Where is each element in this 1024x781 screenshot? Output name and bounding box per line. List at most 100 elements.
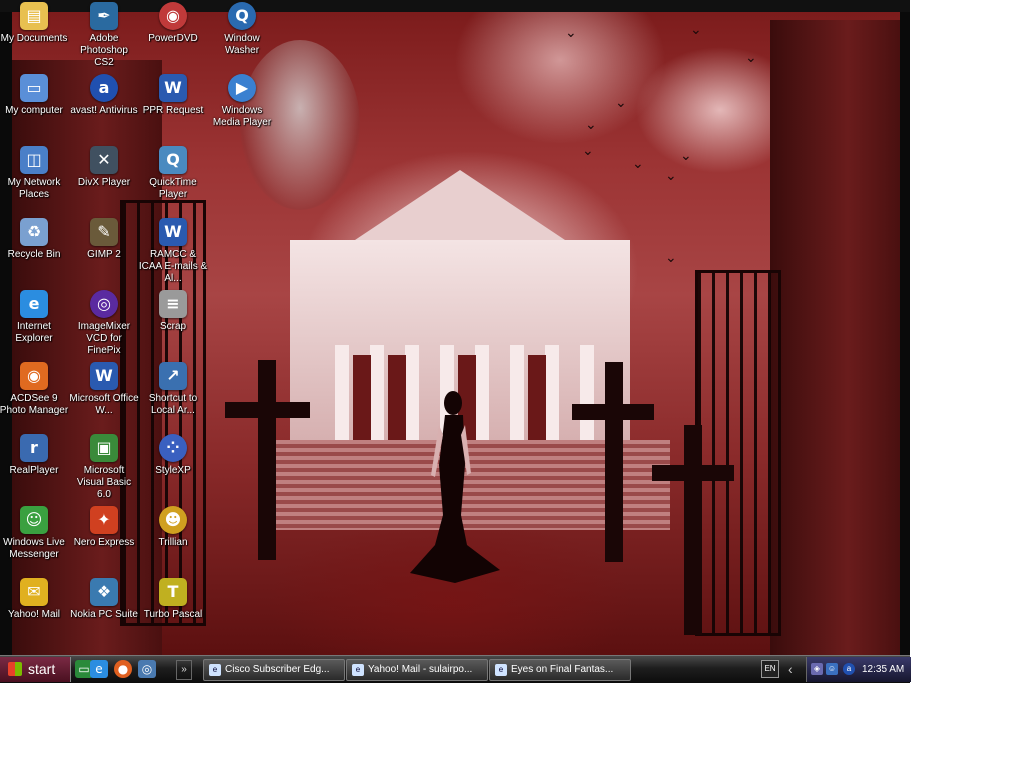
desktop-icon-windows-live-messenger[interactable]: ☺ Windows Live Messenger xyxy=(0,506,69,561)
bird-silhouette: ⌄ xyxy=(745,49,757,65)
bird-silhouette: ⌄ xyxy=(565,24,577,40)
icon-label: Windows Media Player xyxy=(212,105,272,128)
folder-documents-icon: ▤ xyxy=(20,2,48,30)
language-indicator[interactable]: EN xyxy=(761,660,779,678)
bird-silhouette: ⌄ xyxy=(665,249,677,265)
task-label: Eyes on Final Fantas... xyxy=(511,664,614,675)
desktop-icon-adobe-photoshop[interactable]: ✒ Adobe Photoshop CS2 xyxy=(69,2,139,69)
icon-label: Shortcut to Local Ar... xyxy=(148,393,198,416)
gimp-icon: ✎ xyxy=(90,218,118,246)
messenger-tray-icon[interactable]: ☺ xyxy=(826,663,838,675)
desktop-icon-my-documents[interactable]: ▤ My Documents xyxy=(0,2,69,45)
bird-silhouette: ⌄ xyxy=(582,142,594,158)
icon-label: RAMCC & ICAA E-mails & Al... xyxy=(138,249,208,284)
firefox-icon[interactable]: ● xyxy=(114,660,132,678)
network-tray-icon[interactable]: ◈ xyxy=(811,663,823,675)
system-tray: ◈ ☺ a 12:35 AM xyxy=(806,657,911,682)
icon-label: avast! Antivirus xyxy=(70,105,138,116)
show-hidden-icons-button[interactable]: ‹ xyxy=(788,659,793,679)
icon-label: Nero Express xyxy=(73,537,135,548)
icon-label: PPR Request xyxy=(142,105,204,116)
search-icon[interactable]: ◎ xyxy=(138,660,156,678)
right-iron-gate xyxy=(695,270,781,636)
avast-tray-icon[interactable]: a xyxy=(843,663,855,675)
internet-explorer-icon: e xyxy=(20,290,48,318)
icon-label: My Documents xyxy=(0,33,68,44)
icon-label: Yahoo! Mail xyxy=(7,609,61,620)
desktop-icon-trillian[interactable]: ☻ Trillian xyxy=(138,506,208,549)
temple-column xyxy=(370,345,384,440)
desktop-icon-ramcc-icaa-emails[interactable]: W RAMCC & ICAA E-mails & Al... xyxy=(138,218,208,285)
bird-silhouette: ⌄ xyxy=(585,116,597,132)
icon-label: Recycle Bin xyxy=(7,249,61,260)
right-stone-wall xyxy=(770,20,900,655)
desktop-icon-recycle-bin[interactable]: ♻ Recycle Bin xyxy=(0,218,69,261)
desktop[interactable]: ⌄ ⌄ ⌄ ⌄ ⌄ ⌄ ⌄ ⌄ ⌄ ⌄ ▤ My Documents ▭ My … xyxy=(0,0,910,655)
network-places-icon: ◫ xyxy=(20,146,48,174)
desktop-icon-internet-explorer[interactable]: e Internet Explorer xyxy=(0,290,69,345)
desktop-icon-microsoft-office-word[interactable]: W Microsoft Office W... xyxy=(69,362,139,417)
messenger-icon: ☺ xyxy=(20,506,48,534)
temple-doorway xyxy=(388,355,406,440)
temple-roof xyxy=(340,170,580,250)
taskbar-button-yahoo-mail[interactable]: e Yahoo! Mail - sulairpo... xyxy=(346,659,488,681)
word-document-icon: W xyxy=(90,362,118,390)
desktop-icon-nokia-pc-suite[interactable]: ❖ Nokia PC Suite xyxy=(69,578,139,621)
desktop-icon-avast[interactable]: a avast! Antivirus xyxy=(69,74,139,117)
computer-icon: ▭ xyxy=(20,74,48,102)
desktop-icon-ppr-request[interactable]: W PPR Request xyxy=(138,74,208,117)
icon-label: ACDSee 9 Photo Manager xyxy=(0,393,69,416)
desktop-icon-gimp[interactable]: ✎ GIMP 2 xyxy=(69,218,139,261)
desktop-icon-visual-basic[interactable]: ▣ Microsoft Visual Basic 6.0 xyxy=(69,434,139,501)
desktop-icon-scrap[interactable]: ≡ Scrap xyxy=(138,290,208,333)
visual-basic-icon: ▣ xyxy=(90,434,118,462)
taskbar-button-eyes-on-final-fantasy[interactable]: e Eyes on Final Fantas... xyxy=(489,659,631,681)
icon-label: QuickTime Player xyxy=(149,177,197,200)
desktop-icon-powerdvd[interactable]: ◉ PowerDVD xyxy=(138,2,208,45)
powerdvd-icon: ◉ xyxy=(159,2,187,30)
desktop-icon-my-computer[interactable]: ▭ My computer xyxy=(0,74,69,117)
middle-cross xyxy=(605,362,623,562)
word-document-icon: W xyxy=(159,218,187,246)
desktop-icon-realplayer[interactable]: r RealPlayer xyxy=(0,434,69,477)
photoshop-icon: ✒ xyxy=(90,2,118,30)
desktop-icon-my-network-places[interactable]: ◫ My Network Places xyxy=(0,146,69,201)
desktop-icon-quicktime-player[interactable]: Q QuickTime Player xyxy=(138,146,208,201)
quick-launch-more-button[interactable]: » xyxy=(176,660,192,680)
icon-label: Microsoft Visual Basic 6.0 xyxy=(76,465,132,500)
bird-silhouette: ⌄ xyxy=(680,147,692,163)
text-file-icon: ≡ xyxy=(159,290,187,318)
internet-explorer-icon: e xyxy=(209,664,221,676)
desktop-icon-yahoo-mail[interactable]: ✉ Yahoo! Mail xyxy=(0,578,69,621)
acdsee-icon: ◉ xyxy=(20,362,48,390)
realplayer-icon: r xyxy=(20,434,48,462)
desktop-icon-shortcut-local-area[interactable]: ↗ Shortcut to Local Ar... xyxy=(138,362,208,417)
bird-silhouette: ⌄ xyxy=(615,94,627,110)
desktop-icon-stylexp[interactable]: ⁘ StyleXP xyxy=(138,434,208,477)
clock[interactable]: 12:35 AM xyxy=(862,657,904,682)
icon-label: Turbo Pascal xyxy=(143,609,203,620)
temple-column xyxy=(510,345,524,440)
temple-column xyxy=(335,345,349,440)
right-dark-border xyxy=(900,12,910,655)
woman-figure xyxy=(410,391,500,583)
shortcut-icon: ↗ xyxy=(159,362,187,390)
icon-label: ImageMixer VCD for FinePix xyxy=(77,321,131,356)
icon-label: My Network Places xyxy=(7,177,61,200)
desktop-icon-imagemixer[interactable]: ◎ ImageMixer VCD for FinePix xyxy=(69,290,139,357)
desktop-icon-nero-express[interactable]: ✦ Nero Express xyxy=(69,506,139,549)
desktop-icon-turbo-pascal[interactable]: T Turbo Pascal xyxy=(138,578,208,621)
middle-cross-bar xyxy=(572,404,654,420)
media-player-icon: ▶ xyxy=(228,74,256,102)
desktop-icon-acdsee[interactable]: ◉ ACDSee 9 Photo Manager xyxy=(0,362,69,417)
desktop-icon-windows-media-player[interactable]: ▶ Windows Media Player xyxy=(207,74,277,129)
bird-silhouette: ⌄ xyxy=(690,21,702,37)
desktop-icon-divx-player[interactable]: ✕ DivX Player xyxy=(69,146,139,189)
internet-explorer-icon[interactable]: e xyxy=(90,660,108,678)
desktop-icon-window-washer[interactable]: Q Window Washer xyxy=(207,2,277,57)
nokia-pc-suite-icon: ❖ xyxy=(90,578,118,606)
start-button[interactable]: start xyxy=(0,657,71,682)
imagemixer-icon: ◎ xyxy=(90,290,118,318)
task-label: Cisco Subscriber Edg... xyxy=(225,664,330,675)
taskbar-button-cisco-subscriber[interactable]: e Cisco Subscriber Edg... xyxy=(203,659,345,681)
